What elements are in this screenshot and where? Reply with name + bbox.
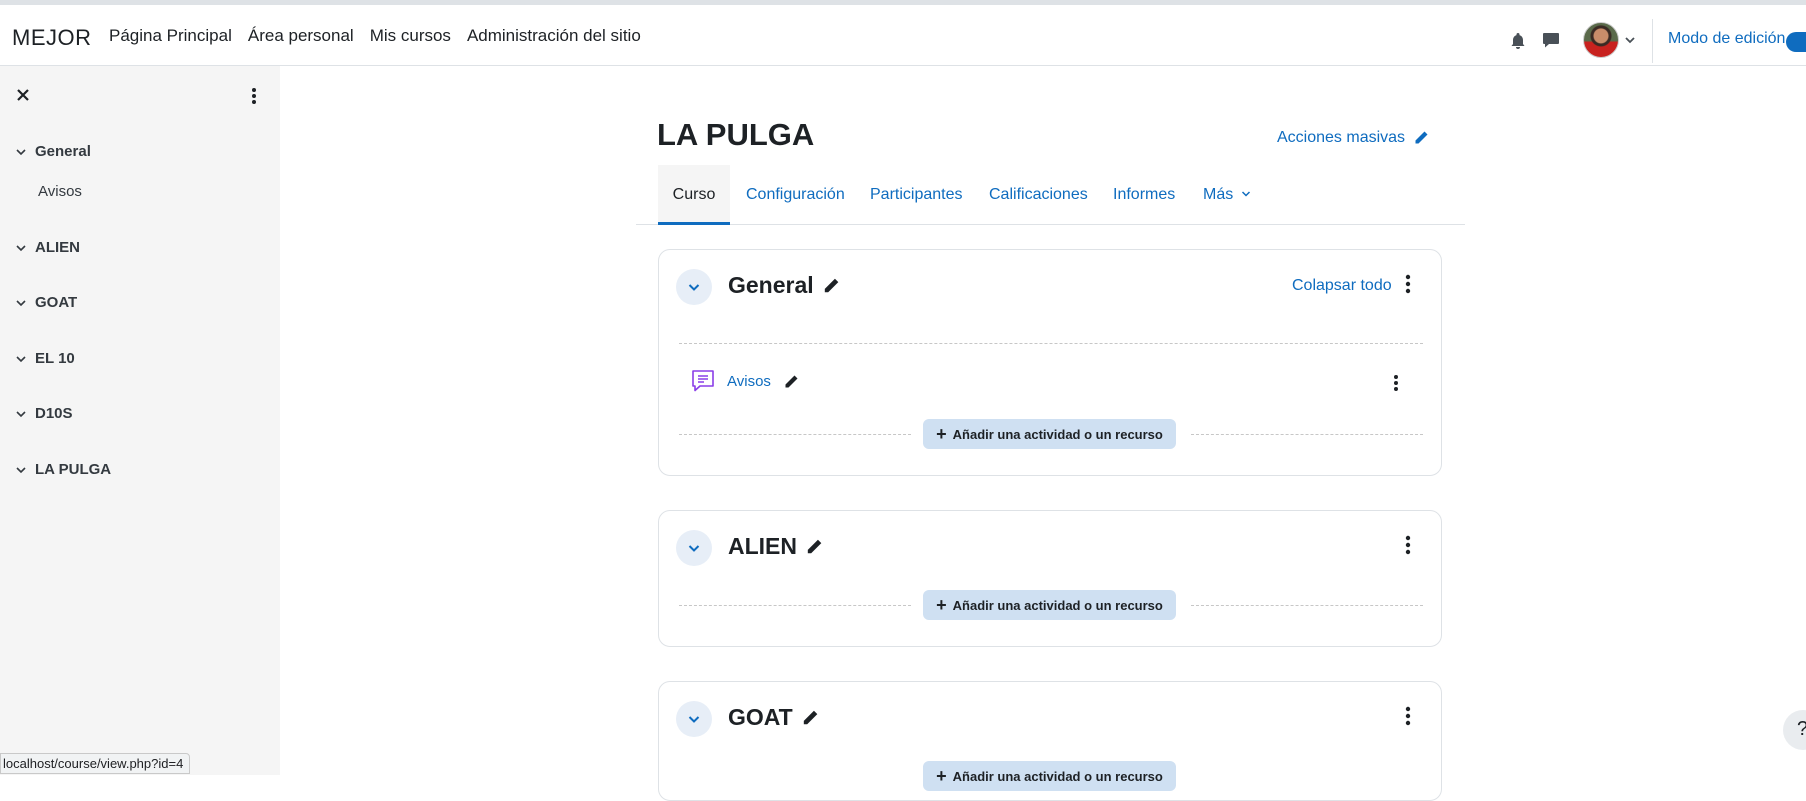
status-bar-url: localhost/course/view.php?id=4 (0, 753, 191, 774)
tab-label: Más (1203, 186, 1234, 203)
page-title: LA PULGA (657, 117, 815, 152)
sidebar-section-alien[interactable]: ALIEN (15, 239, 80, 256)
edit-mode-label[interactable]: Modo de edición (1668, 30, 1785, 48)
section-divider (679, 434, 911, 435)
chevron-down-icon[interactable] (15, 408, 27, 420)
section-divider (1191, 434, 1423, 435)
plus-icon: + (936, 595, 947, 615)
sidebar-section-label: LA PULGA (35, 461, 112, 478)
section-title-text: General (728, 272, 814, 298)
add-activity-label: Añadir una actividad o un recurso (952, 426, 1163, 442)
sidebar-section-la-pulga[interactable]: LA PULGA (15, 461, 111, 478)
sidebar-section-d10s[interactable]: D10S (15, 405, 73, 422)
kebab-menu-icon[interactable] (1405, 706, 1411, 726)
pencil-icon[interactable] (805, 538, 823, 556)
tab-label: Configuración (746, 186, 845, 203)
chevron-down-icon (688, 716, 700, 723)
sidebar-section-goat[interactable]: GOAT (15, 294, 77, 311)
section-title-text: ALIEN (728, 533, 797, 559)
tab-configuracion[interactable]: Configuración (746, 165, 845, 225)
chevron-down-icon[interactable] (15, 353, 27, 365)
plus-icon: + (936, 766, 947, 786)
section-title-text: GOAT (728, 704, 793, 730)
add-activity-label: Añadir una actividad o un recurso (952, 597, 1163, 613)
sidebar-section-label: D10S (35, 405, 73, 422)
course-tabs: Curso Configuración Participantes Califi… (636, 165, 1465, 225)
plus-icon: + (936, 424, 947, 444)
section-title: GOAT (728, 704, 819, 731)
kebab-menu-icon[interactable] (1405, 535, 1411, 555)
chevron-down-icon (688, 284, 700, 291)
kebab-menu-icon[interactable] (250, 86, 258, 106)
tab-label: Curso (672, 186, 716, 203)
tab-curso[interactable]: Curso (658, 165, 730, 225)
tab-calificaciones[interactable]: Calificaciones (989, 165, 1088, 225)
add-activity-button[interactable]: + Añadir una actividad o un recurso (923, 419, 1176, 449)
tab-mas[interactable]: Más (1203, 165, 1251, 225)
section-divider (679, 343, 1423, 344)
section-divider (1191, 605, 1423, 606)
sidebar-section-el-10[interactable]: EL 10 (15, 350, 75, 367)
pencil-icon[interactable] (801, 709, 819, 727)
chevron-down-icon[interactable] (15, 146, 27, 158)
nav-link-dashboard[interactable]: Área personal (248, 26, 354, 46)
course-section-goat: GOAT + Añadir una actividad o un recurso (658, 681, 1442, 801)
course-section-general: General Colapsar todo Avisos + Añadir un… (658, 249, 1442, 476)
tab-participantes[interactable]: Participantes (870, 165, 963, 225)
sidebar-section-label: GOAT (35, 294, 78, 311)
chevron-down-icon[interactable] (1624, 34, 1636, 46)
tab-informes[interactable]: Informes (1113, 165, 1175, 225)
forum-icon (692, 370, 714, 392)
bulk-actions-button[interactable]: Acciones masivas (1277, 129, 1429, 147)
chevron-down-icon[interactable] (15, 242, 27, 254)
course-section-alien: ALIEN + Añadir una actividad o un recurs… (658, 510, 1442, 647)
bulk-actions-label: Acciones masivas (1277, 129, 1406, 146)
kebab-menu-icon[interactable] (1393, 374, 1399, 392)
sidebar-section-general[interactable]: General (15, 143, 91, 160)
sidebar-item-avisos[interactable]: Avisos (38, 183, 82, 200)
close-icon[interactable] (15, 87, 31, 103)
section-collapse-button[interactable] (676, 701, 712, 737)
pencil-icon[interactable] (822, 277, 840, 295)
bell-icon[interactable] (1508, 31, 1528, 51)
help-button[interactable]: ? (1783, 710, 1806, 750)
sidebar-section-label: EL 10 (35, 350, 75, 367)
top-navbar: MEJOR Página Principal Área personal Mis… (0, 0, 1806, 66)
section-collapse-button[interactable] (676, 269, 712, 305)
pencil-icon[interactable] (783, 374, 799, 390)
section-title: General (728, 272, 840, 299)
section-title: ALIEN (728, 533, 823, 560)
tab-label: Participantes (870, 186, 963, 203)
chevron-down-icon (688, 545, 700, 552)
add-activity-button[interactable]: + Añadir una actividad o un recurso (923, 761, 1176, 791)
tab-label: Informes (1113, 186, 1176, 203)
chevron-down-icon[interactable] (15, 297, 27, 309)
tab-label: Calificaciones (989, 186, 1088, 203)
add-activity-button[interactable]: + Añadir una actividad o un recurso (923, 590, 1176, 620)
kebab-menu-icon[interactable] (1405, 274, 1411, 294)
course-index-drawer: General Avisos ALIEN GOAT EL 10 D10S LA … (0, 66, 280, 775)
section-collapse-button[interactable] (676, 530, 712, 566)
sidebar-section-label: General (35, 143, 91, 160)
pencil-icon (1415, 131, 1428, 144)
site-brand[interactable]: MEJOR (12, 25, 92, 51)
add-activity-label: Añadir una actividad o un recurso (952, 768, 1163, 784)
avatar[interactable] (1583, 22, 1619, 58)
collapse-all-link[interactable]: Colapsar todo (1292, 277, 1392, 295)
navbar-divider (1652, 19, 1653, 63)
chevron-down-icon (1241, 191, 1250, 197)
activity-link-avisos[interactable]: Avisos (727, 373, 771, 390)
nav-link-my-courses[interactable]: Mis cursos (370, 26, 451, 46)
chevron-down-icon[interactable] (15, 464, 27, 476)
sidebar-section-label: ALIEN (35, 239, 80, 256)
nav-link-home[interactable]: Página Principal (109, 26, 232, 46)
chat-icon[interactable] (1541, 30, 1561, 50)
edit-mode-toggle[interactable] (1786, 32, 1806, 52)
section-divider (679, 605, 911, 606)
primary-navigation: Página Principal Área personal Mis curso… (109, 26, 641, 46)
nav-link-site-admin[interactable]: Administración del sitio (467, 26, 641, 46)
